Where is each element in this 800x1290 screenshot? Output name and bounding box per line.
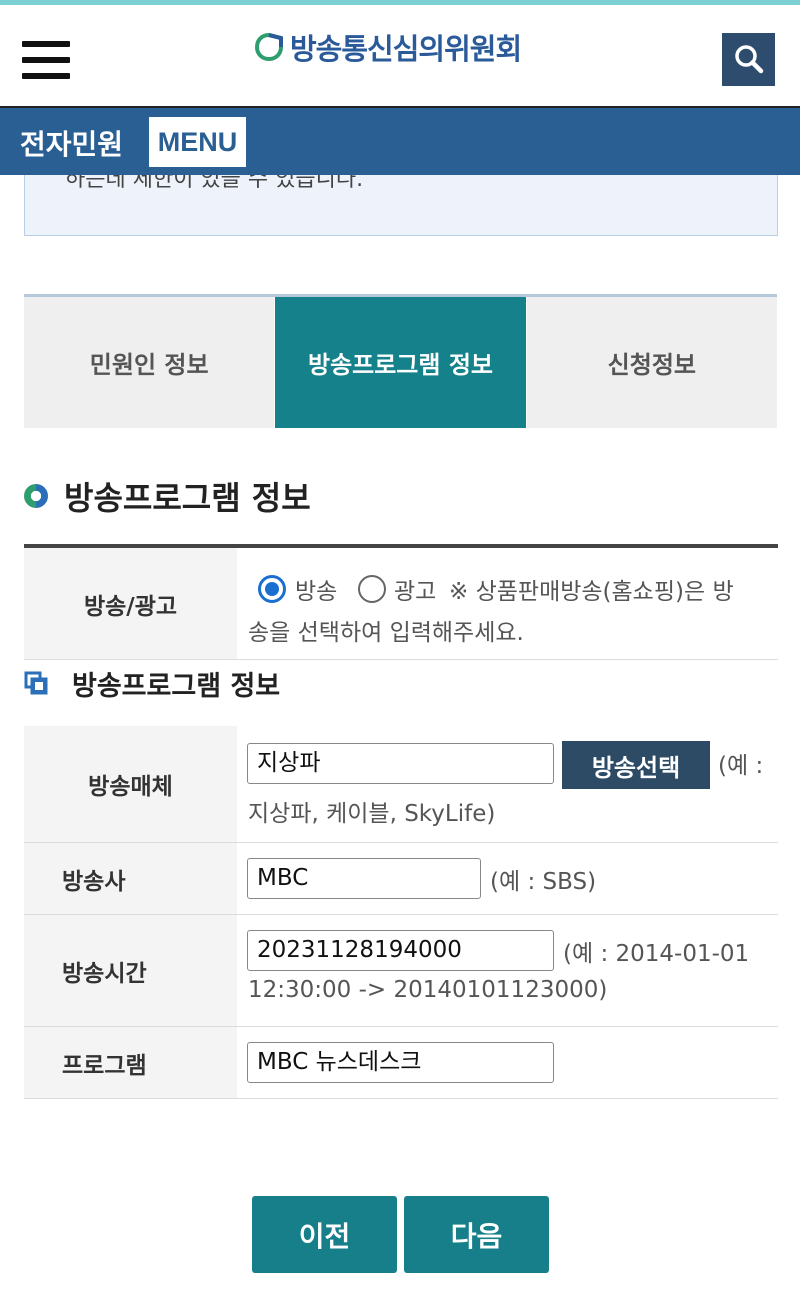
site-header: 방송통신심의위원회 [0,5,800,108]
subsection-heading: 방송프로그램 정보 [24,660,280,706]
media-row: 방송매체 지상파 방송선택 (예 : 지상파, 케이블, SkyLife) [24,726,778,843]
broadcast-select-button[interactable]: 방송선택 [562,741,710,789]
next-button[interactable]: 다음 [404,1196,549,1273]
program-row: 프로그램 MBC 뉴스데스크 [24,1027,778,1099]
broadcast-form: 방송/광고 방송 광고 ※ 상품판매방송(홈쇼핑)은 방 송을 선택하여 입력해… [24,544,778,660]
station-label: 방송사 [24,843,237,914]
time-label: 방송시간 [24,915,237,1026]
section-title: 방송프로그램 정보 [64,479,311,517]
time-hint-line1: (예 : 2014-01-01 [563,941,750,967]
station-hint: (예 : SBS) [490,869,597,895]
prev-button[interactable]: 이전 [252,1196,397,1273]
media-hint-line2: 지상파, 케이블, SkyLife) [248,801,496,827]
tab-applicant-info[interactable]: 민원인 정보 [24,297,276,428]
circle-bullet-icon [24,484,48,508]
nav-title: 전자민원 [20,128,124,161]
program-label: 프로그램 [24,1027,237,1098]
overlap-squares-icon [24,671,48,695]
notice-box: 하는데 제한이 있을 수 있습니다. [24,175,778,236]
program-input[interactable]: MBC 뉴스데스크 [247,1042,554,1083]
station-input[interactable]: MBC [247,858,481,899]
radio-ad[interactable] [358,575,386,603]
search-icon [735,45,764,74]
media-input[interactable]: 지상파 [247,743,554,784]
station-row: 방송사 MBC (예 : SBS) [24,843,778,915]
radio-broadcast-label: 방송 [295,579,338,605]
tab-application-info[interactable]: 신청정보 [526,297,777,428]
section-heading: 방송프로그램 정보 [24,476,311,517]
subsection-title: 방송프로그램 정보 [72,670,281,702]
logo-text: 방송통신심의위원회 [290,32,522,66]
time-hint-line2: 12:30:00 -> 20140101123000) [248,977,608,1003]
hamburger-menu-icon[interactable] [22,41,72,81]
site-logo[interactable]: 방송통신심의위원회 [254,27,522,67]
shopping-note-line1: ※ 상품판매방송(홈쇼핑)은 방 [449,579,734,605]
step-tabs: 민원인 정보 방송프로그램 정보 신청정보 [24,294,777,428]
notice-text: 하는데 제한이 있을 수 있습니다. [65,175,364,192]
media-hint-line1: (예 : [718,753,764,779]
time-input[interactable]: 20231128194000 [247,930,554,971]
media-label: 방송매체 [24,726,237,842]
radio-ad-label: 광고 [394,579,437,605]
time-row: 방송시간 20231128194000 (예 : 2014-01-01 12:3… [24,915,778,1027]
shopping-note-line2: 송을 선택하여 입력해주세요. [248,620,524,646]
search-button[interactable] [722,33,775,86]
radio-broadcast[interactable] [258,575,286,603]
tab-program-info[interactable]: 방송프로그램 정보 [275,297,527,428]
sub-navbar: 전자민원 MENU [0,108,800,175]
broadcast-ad-row: 방송/광고 방송 광고 ※ 상품판매방송(홈쇼핑)은 방 송을 선택하여 입력해… [24,548,778,660]
menu-button[interactable]: MENU [149,117,246,167]
broadcast-ad-label: 방송/광고 [24,548,237,659]
logo-mark-icon [254,32,283,62]
